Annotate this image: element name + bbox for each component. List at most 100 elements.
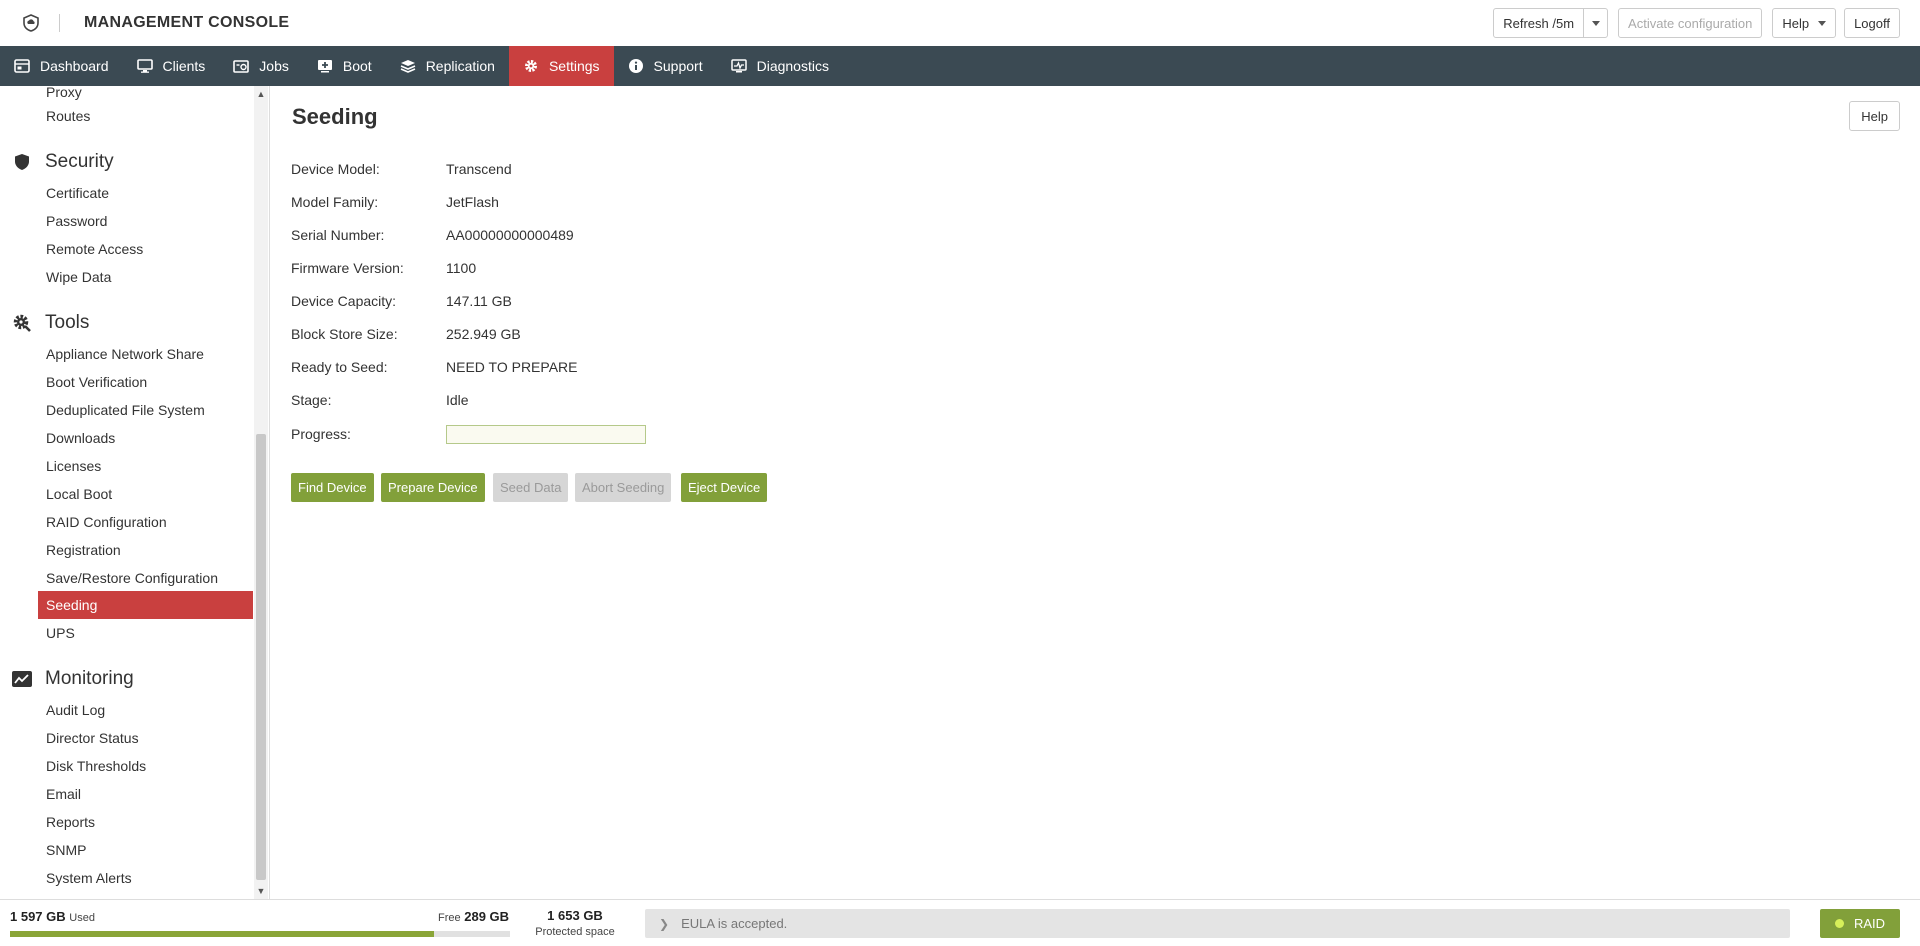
sidebar-item-licenses[interactable]: Licenses [38,452,253,480]
sidebar-item-email[interactable]: Email [38,780,253,808]
nav-diagnostics[interactable]: Diagnostics [717,46,843,86]
sidebar-item-ups[interactable]: UPS [38,619,253,647]
nav-boot[interactable]: Boot [303,46,386,86]
firmware-version-value: 1100 [446,260,477,276]
dashboard-icon [14,58,30,74]
firmware-version-label: Firmware Version: [291,260,404,276]
sidebar-item-seeding[interactable]: Seeding [38,591,253,619]
nav-replication[interactable]: Replication [386,46,509,86]
help-menu-button[interactable]: Help [1772,8,1837,38]
refresh-button[interactable]: Refresh /5m [1494,9,1583,37]
sidebar-item-wipe-data[interactable]: Wipe Data [38,263,253,291]
activate-configuration-button[interactable]: Activate configuration [1618,8,1763,38]
nav-label: Support [653,58,703,74]
diagnostics-icon [730,58,747,74]
sidebar-item-audit-log[interactable]: Audit Log [38,696,253,724]
page-help-button[interactable]: Help [1849,101,1900,131]
sidebar-section-security: Security [12,151,114,173]
stage-label: Stage: [291,392,332,408]
nav-label: Dashboard [40,58,109,74]
logoff-button[interactable]: Logoff [1844,8,1900,38]
sidebar-section-tools: Tools [12,312,89,334]
nav-label: Boot [342,58,372,74]
nav-clients[interactable]: Clients [123,46,220,86]
serial-number-value: AA00000000000489 [446,227,574,243]
monitor-icon [136,58,153,74]
sidebar-section-monitoring: Monitoring [12,668,134,690]
chevron-down-icon [1591,20,1600,26]
shield-cloud-icon [20,12,42,34]
status-footer: 1 597 GB Used Free 289 GB 1 653 GB Prote… [0,899,1920,946]
serial-number-label: Serial Number: [291,227,385,243]
model-family-label: Model Family: [291,194,379,210]
used-space-value: 1 597 GB [10,909,66,924]
nav-label: Replication [425,58,495,74]
sidebar-item-boot-verification[interactable]: Boot Verification [38,368,253,396]
sidebar-item-disk-thresholds[interactable]: Disk Thresholds [38,752,253,780]
nav-label: Clients [162,58,206,74]
sidebar-item-save-restore-configuration[interactable]: Save/Restore Configuration [38,564,253,592]
info-icon [628,58,644,74]
protected-space-label: Protected space [535,926,615,938]
jobs-icon [233,58,250,74]
help-menu-label: Help [1782,15,1810,31]
chevron-right-icon: ❯ [659,916,670,931]
sidebar-item-deduplicated-file-system[interactable]: Deduplicated File System [38,396,253,424]
refresh-split-button[interactable]: Refresh /5m [1493,8,1609,38]
protected-space-value: 1 653 GB [547,908,603,923]
nav-jobs[interactable]: Jobs [219,46,303,86]
section-title: Security [45,151,114,172]
device-model-label: Device Model: [291,161,380,177]
scroll-up-arrow-icon[interactable]: ▲ [256,88,266,100]
nav-settings[interactable]: Settings [508,46,614,86]
raid-status-button[interactable]: RAID [1820,909,1900,938]
nav-dashboard[interactable]: Dashboard [0,46,123,86]
sidebar-scroll-thumb[interactable] [256,434,266,880]
used-space: 1 597 GB Used [10,909,95,924]
eula-status-bar[interactable]: ❯ EULA is accepted. [645,909,1790,938]
refresh-dropdown-toggle[interactable] [1583,9,1607,37]
replication-icon [400,58,416,74]
sidebar-item-director-status[interactable]: Director Status [38,724,253,752]
raid-label: RAID [1853,916,1886,931]
nav-label: Settings [548,58,600,74]
sidebar-item-password[interactable]: Password [38,207,253,235]
sidebar-item-routes[interactable]: Routes [38,102,253,130]
boot-icon [317,58,333,74]
main-nav: Dashboard Clients Jobs Boot Replication … [0,46,1920,86]
find-device-button[interactable]: Find Device [291,473,374,502]
eject-device-button[interactable]: Eject Device [681,473,768,502]
free-space: Free 289 GB [438,909,509,924]
sidebar-item-local-boot[interactable]: Local Boot [38,480,253,508]
sidebar-item-remote-access[interactable]: Remote Access [38,235,253,263]
abort-seeding-button[interactable]: Abort Seeding [575,473,672,502]
section-title: Tools [45,312,90,333]
nav-support[interactable]: Support [614,46,717,86]
tools-gear-icon [12,313,32,333]
sidebar-item-certificate[interactable]: Certificate [38,179,253,207]
scroll-down-arrow-icon[interactable]: ▼ [256,885,266,897]
eula-text: EULA is accepted. [681,916,788,931]
sidebar-item-snmp[interactable]: SNMP [38,836,253,864]
protected-space: 1 653 GB Protected space [533,907,617,938]
shield-icon [12,152,32,172]
header-divider [59,14,60,32]
sidebar-item-system-alerts[interactable]: System Alerts [38,864,253,892]
main-content: Seeding Help Device Model: Transcend Mod… [271,86,1920,899]
sidebar-item-registration[interactable]: Registration [38,536,253,564]
chevron-down-icon [1818,20,1827,26]
used-space-label: Used [69,912,95,924]
sidebar-item-downloads[interactable]: Downloads [38,424,253,452]
status-dot-icon [1834,919,1844,928]
prepare-device-button[interactable]: Prepare Device [381,473,485,502]
nav-label: Diagnostics [756,58,829,74]
sidebar-item-raid-configuration[interactable]: RAID Configuration [38,508,253,536]
sidebar-item-appliance-network-share[interactable]: Appliance Network Share [38,340,253,368]
free-space-value: 289 GB [464,909,510,924]
seed-data-button[interactable]: Seed Data [493,473,569,502]
ready-to-seed-value: NEED TO PREPARE [446,359,578,375]
sidebar-item-reports[interactable]: Reports [38,808,253,836]
device-capacity-label: Device Capacity: [291,293,397,309]
storage-usage-fill [10,931,434,937]
block-store-size-value: 252.949 GB [446,326,521,342]
